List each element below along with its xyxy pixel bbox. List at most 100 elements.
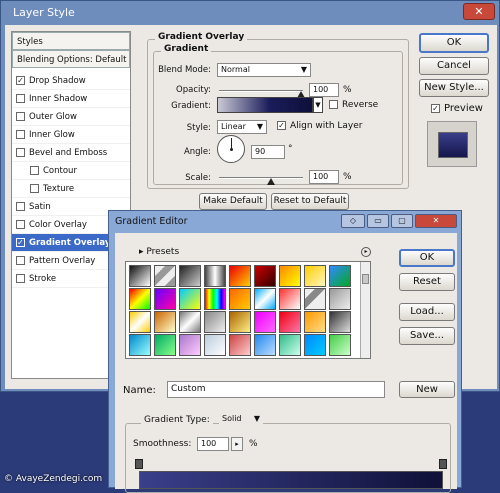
presets-menu-icon[interactable]: ▸: [361, 247, 371, 257]
preset-swatch[interactable]: [304, 334, 326, 356]
style-checkbox[interactable]: [16, 148, 25, 157]
opacity-stop-left[interactable]: [135, 459, 143, 469]
preset-swatch[interactable]: [129, 288, 151, 310]
preset-swatch[interactable]: [179, 288, 201, 310]
gradient-preview-bar[interactable]: [139, 471, 443, 489]
smoothness-dropdown-icon[interactable]: ▸: [231, 437, 243, 451]
style-checkbox[interactable]: [16, 274, 25, 283]
styles-list-item[interactable]: ✓ Drop Shadow: [12, 72, 130, 90]
preset-swatch[interactable]: [329, 288, 351, 310]
ok-button[interactable]: OK: [419, 33, 489, 53]
gradient-picker[interactable]: [217, 97, 313, 113]
preset-swatch[interactable]: [229, 311, 251, 333]
preset-swatch[interactable]: [229, 265, 251, 287]
preset-swatch[interactable]: [179, 265, 201, 287]
style-checkbox[interactable]: [16, 220, 25, 229]
opacity-input[interactable]: 100: [309, 83, 339, 97]
presets-expander[interactable]: ▸ Presets: [139, 247, 179, 257]
new-button[interactable]: New: [399, 381, 455, 398]
preset-swatch[interactable]: [304, 311, 326, 333]
preset-swatch[interactable]: [179, 311, 201, 333]
minimize-icon[interactable]: ▭: [367, 214, 389, 228]
preset-swatch[interactable]: [154, 288, 176, 310]
preset-swatch[interactable]: [279, 288, 301, 310]
preview-checkbox[interactable]: ✓ Preview: [431, 103, 483, 114]
preset-swatch[interactable]: [229, 334, 251, 356]
restore-icon[interactable]: ◇: [341, 214, 365, 228]
preset-swatch[interactable]: [329, 265, 351, 287]
scale-slider-thumb[interactable]: [267, 178, 275, 185]
preset-swatch[interactable]: [254, 265, 276, 287]
name-input[interactable]: Custom: [167, 381, 385, 398]
maximize-icon[interactable]: ▢: [391, 214, 413, 228]
preset-swatch[interactable]: [229, 288, 251, 310]
gradient-type-select[interactable]: Solid ▼: [219, 413, 263, 427]
scale-unit: %: [343, 172, 352, 182]
editor-reset-button[interactable]: Reset: [399, 273, 455, 291]
cancel-button[interactable]: Cancel: [419, 57, 489, 75]
preset-swatch[interactable]: [304, 265, 326, 287]
preset-swatch[interactable]: [279, 311, 301, 333]
opacity-stop-right[interactable]: [439, 459, 447, 469]
opacity-slider[interactable]: [219, 90, 303, 92]
styles-list-item[interactable]: Texture: [12, 180, 130, 198]
preset-swatch[interactable]: [254, 311, 276, 333]
preset-swatch[interactable]: [279, 334, 301, 356]
make-default-button[interactable]: Make Default: [199, 193, 267, 210]
preset-swatch[interactable]: [304, 288, 326, 310]
style-checkbox[interactable]: [16, 130, 25, 139]
styles-list-item[interactable]: Inner Shadow: [12, 90, 130, 108]
new-style-button[interactable]: New Style...: [419, 79, 489, 97]
styles-list-item[interactable]: Outer Glow: [12, 108, 130, 126]
style-checkbox[interactable]: [16, 112, 25, 121]
save-button[interactable]: Save...: [399, 327, 455, 345]
preset-swatch[interactable]: [129, 311, 151, 333]
style-select[interactable]: Linear ▼: [217, 120, 267, 134]
preset-swatch[interactable]: [254, 334, 276, 356]
load-button[interactable]: Load...: [399, 303, 455, 321]
preset-swatch[interactable]: [254, 288, 276, 310]
styles-list-item[interactable]: Styles: [12, 32, 130, 50]
style-checkbox[interactable]: ✓: [16, 238, 25, 247]
preset-swatch[interactable]: [329, 334, 351, 356]
close-button[interactable]: ✕: [463, 3, 495, 20]
presets-scrollbar[interactable]: [360, 262, 370, 358]
preset-swatch[interactable]: [154, 311, 176, 333]
smoothness-input[interactable]: 100: [197, 437, 229, 451]
style-checkbox[interactable]: [30, 166, 39, 175]
angle-input[interactable]: 90: [251, 145, 285, 159]
preset-swatch[interactable]: [279, 265, 301, 287]
gradient-dropdown-icon[interactable]: ▼: [313, 97, 323, 113]
preset-swatch[interactable]: [204, 265, 226, 287]
preset-swatch[interactable]: [204, 288, 226, 310]
preset-swatch[interactable]: [179, 334, 201, 356]
reverse-checkbox[interactable]: Reverse: [329, 100, 378, 110]
gradient-type-label: Gradient Type:: [141, 415, 213, 425]
style-checkbox[interactable]: [30, 184, 39, 193]
preset-swatch[interactable]: [204, 311, 226, 333]
blend-mode-select[interactable]: Normal ▼: [217, 63, 311, 77]
styles-list-item[interactable]: Bevel and Emboss: [12, 144, 130, 162]
reset-default-button[interactable]: Reset to Default: [271, 193, 349, 210]
scrollbar-thumb[interactable]: [362, 274, 369, 284]
preset-swatch[interactable]: [154, 334, 176, 356]
editor-ok-button[interactable]: OK: [399, 249, 455, 267]
angle-dial[interactable]: [217, 135, 245, 163]
style-checkbox[interactable]: ✓: [16, 76, 25, 85]
style-checkbox[interactable]: [16, 94, 25, 103]
style-checkbox[interactable]: [16, 256, 25, 265]
preset-swatch[interactable]: [129, 334, 151, 356]
style-item-label: Gradient Overlay: [29, 238, 111, 248]
styles-list-item[interactable]: Contour: [12, 162, 130, 180]
preset-swatch[interactable]: [129, 265, 151, 287]
styles-list-item[interactable]: Inner Glow: [12, 126, 130, 144]
preset-swatch[interactable]: [329, 311, 351, 333]
scale-input[interactable]: 100: [309, 170, 339, 184]
styles-list-item[interactable]: Blending Options: Default: [12, 50, 130, 68]
style-checkbox[interactable]: [16, 202, 25, 211]
preset-swatch[interactable]: [154, 265, 176, 287]
editor-close-icon[interactable]: ✕: [415, 214, 457, 228]
align-with-layer-checkbox[interactable]: ✓ Align with Layer: [277, 121, 362, 131]
preset-swatch[interactable]: [204, 334, 226, 356]
scale-slider[interactable]: [219, 177, 303, 179]
